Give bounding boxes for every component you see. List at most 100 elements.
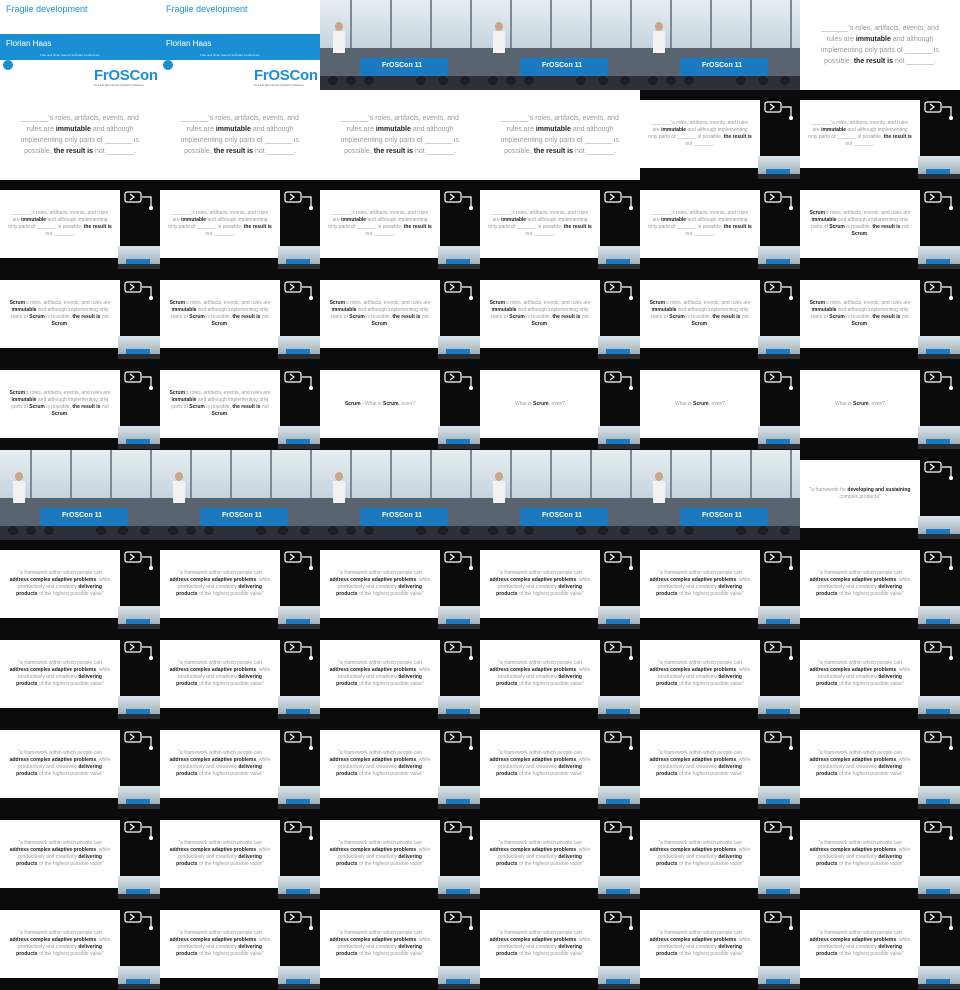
speaker-logo-icon [604, 821, 633, 840]
slide-thumbnail[interactable]: "a framework within which people can add… [320, 720, 480, 810]
slide-thumbnail[interactable]: "a framework within which people can add… [640, 720, 800, 810]
slide-thumbnail[interactable]: _______'s roles, artifacts, events, and … [0, 180, 160, 270]
slide-thumbnail[interactable]: _______'s roles, artifacts, events, and … [640, 90, 800, 180]
slide-text: "a framework within which people can add… [9, 930, 111, 957]
slide-thumbnail[interactable]: _______'s roles, artifacts, events, and … [640, 180, 800, 270]
slide-thumbnail[interactable]: "a framework within which people can add… [320, 900, 480, 990]
slide-thumbnail[interactable]: "a framework within which people can add… [160, 810, 320, 900]
slide-thumbnail[interactable]: "a framework within which people can add… [480, 540, 640, 630]
slide-card: "a framework within which people can add… [0, 910, 120, 978]
camera-inset-audience [598, 804, 640, 809]
stage-photo-thumbnail[interactable]: FrOSCon 11 [640, 0, 800, 90]
slide-thumbnail[interactable]: "a framework within which people can add… [320, 630, 480, 720]
slide-thumbnail[interactable]: "a framework within which people can add… [160, 630, 320, 720]
slide-thumbnail[interactable]: _______'s roles, artifacts, events, and … [320, 180, 480, 270]
speaker-body [493, 31, 505, 53]
camera-inset-audience [278, 894, 320, 899]
slide-thumbnail[interactable]: "a framework within which people can add… [640, 630, 800, 720]
slide-thumbnail[interactable]: Scrum's roles, artifacts, events, and ru… [640, 270, 800, 360]
slide-thumbnail[interactable]: _______'s roles, artifacts, events, and … [800, 90, 960, 180]
stage-photo-thumbnail[interactable]: FrOSCon 11 [320, 0, 480, 90]
slide-card: "a framework within which people can add… [480, 730, 600, 798]
slide-card: Scrum's roles, artifacts, events, and ru… [800, 280, 920, 348]
slide-thumbnail[interactable]: "a framework within which people can add… [480, 630, 640, 720]
slide-thumbnail[interactable]: "a framework within which people can add… [320, 540, 480, 630]
audience-head [438, 526, 448, 535]
stage-photo-thumbnail[interactable]: FrOSCon 11 [0, 450, 160, 540]
slide-thumbnail[interactable]: What is Scrum, even? [640, 360, 800, 450]
slide-card: What is Scrum, even? [480, 370, 600, 438]
slide-thumbnail[interactable]: "a framework within which people can add… [160, 540, 320, 630]
audience-head [780, 526, 790, 535]
slide-thumbnail[interactable]: "a framework within which people can add… [640, 810, 800, 900]
plain-slide-thumbnail[interactable]: _______'s roles, artifacts, events, and … [0, 90, 160, 180]
title-slide-thumbnail[interactable]: Fragile development Florian Haas Free and … [160, 0, 320, 90]
slide-thumbnail[interactable]: Scrum's roles, artifacts, events, and ru… [0, 360, 160, 450]
slide-thumbnail[interactable]: "a framework within which people can add… [0, 900, 160, 990]
slide-thumbnail[interactable]: Scrum's roles, artifacts, events, and ru… [800, 270, 960, 360]
slide-text: "a framework within which people can add… [809, 570, 911, 597]
audience [640, 76, 800, 90]
camera-inset-audience [598, 984, 640, 989]
slide-thumbnail[interactable]: Scrum's roles, artifacts, events, and ru… [0, 270, 160, 360]
stage-photo-thumbnail[interactable]: FrOSCon 11 [480, 450, 640, 540]
audience [480, 526, 640, 540]
slide-thumbnail[interactable]: "a framework within which people can add… [800, 630, 960, 720]
slide-thumbnail[interactable]: Scrum's roles, artifacts, events, and ru… [160, 360, 320, 450]
speaker-head [655, 472, 663, 481]
stage-photo-thumbnail[interactable]: FrOSCon 11 [320, 450, 480, 540]
stage-photo-thumbnail[interactable]: FrOSCon 11 [640, 450, 800, 540]
window-mullion [710, 0, 712, 48]
slide-thumbnail[interactable]: "a framework within which people can add… [480, 810, 640, 900]
title-slide-thumbnail[interactable]: Fragile development Florian Haas Free and … [0, 0, 160, 90]
plain-slide-thumbnail[interactable]: _______'s roles, artifacts, events, and … [160, 90, 320, 180]
slide-thumbnail[interactable]: "a framework within which people can add… [0, 810, 160, 900]
stage-photo-thumbnail[interactable]: FrOSCon 11 [160, 450, 320, 540]
slide-thumbnail[interactable]: _______'s roles, artifacts, events, and … [160, 180, 320, 270]
camera-inset-audience [118, 264, 160, 269]
slide-text: Scrum's roles, artifacts, events, and ru… [489, 300, 591, 327]
slide-thumbnail[interactable]: "a framework for developing and sustaini… [800, 450, 960, 540]
slide-thumbnail[interactable]: "a framework within which people can add… [160, 720, 320, 810]
audience [320, 76, 480, 90]
plain-slide-thumbnail[interactable]: _______'s roles, artifacts, events, and … [800, 0, 960, 90]
audience [640, 526, 800, 540]
slide-thumbnail[interactable]: "a framework within which people can add… [800, 540, 960, 630]
window-mullion [350, 450, 352, 498]
slide-thumbnail[interactable]: "a framework within which people can add… [800, 810, 960, 900]
slide-thumbnail[interactable]: "a framework within which people can add… [640, 900, 800, 990]
slide-thumbnail[interactable]: "a framework within which people can add… [0, 630, 160, 720]
slide-thumbnail[interactable]: "a framework within which people can add… [160, 900, 320, 990]
slide-thumbnail[interactable]: "a framework within which people can add… [640, 540, 800, 630]
slide-thumbnail[interactable]: "a framework within which people can add… [0, 540, 160, 630]
slide-thumbnail[interactable]: _______'s roles, artifacts, events, and … [480, 180, 640, 270]
audience-head [168, 526, 178, 535]
plain-slide-thumbnail[interactable]: _______'s roles, artifacts, events, and … [480, 90, 640, 180]
slide-card: Scrum's roles, artifacts, events, and ru… [0, 280, 120, 348]
slide-thumbnail[interactable]: Scrum - What is Scrum, even? [320, 360, 480, 450]
stage-banner-text: FrOSCon 11 [382, 512, 423, 519]
camera-inset-audience [278, 264, 320, 269]
speaker-logo-icon [284, 551, 313, 570]
speaker-logo-icon [124, 821, 153, 840]
slide-thumbnail[interactable]: "a framework within which people can add… [480, 720, 640, 810]
speaker-body [13, 481, 25, 503]
slide-text: Scrum - What is Scrum, even? [344, 400, 416, 407]
slide-thumbnail[interactable]: What is Scrum, even? [800, 360, 960, 450]
slide-thumbnail[interactable]: Scrum's roles, artifacts, events, and ru… [320, 270, 480, 360]
slide-thumbnail[interactable]: "a framework within which people can add… [480, 900, 640, 990]
slide-thumbnail[interactable]: Scrum's roles, artifacts, events, and ru… [160, 270, 320, 360]
speaker-head [335, 22, 343, 31]
speaker-logo-icon [444, 191, 473, 210]
slide-thumbnail[interactable]: What is Scrum, even? [480, 360, 640, 450]
slide-card: "a framework within which people can add… [0, 550, 120, 618]
slide-thumbnail[interactable]: Scrum's roles, artifacts, events, and ru… [480, 270, 640, 360]
stage-photo-thumbnail[interactable]: FrOSCon 11 [480, 0, 640, 90]
slide-thumbnail[interactable]: "a framework within which people can add… [800, 900, 960, 990]
plain-slide-thumbnail[interactable]: _______'s roles, artifacts, events, and … [320, 90, 480, 180]
slide-thumbnail[interactable]: "a framework within which people can add… [0, 720, 160, 810]
slide-thumbnail[interactable]: "a framework within which people can add… [320, 810, 480, 900]
window-mullion [510, 450, 512, 498]
slide-thumbnail[interactable]: "a framework within which people can add… [800, 720, 960, 810]
slide-thumbnail[interactable]: Scrum's roles, artifacts, events, and ru… [800, 180, 960, 270]
